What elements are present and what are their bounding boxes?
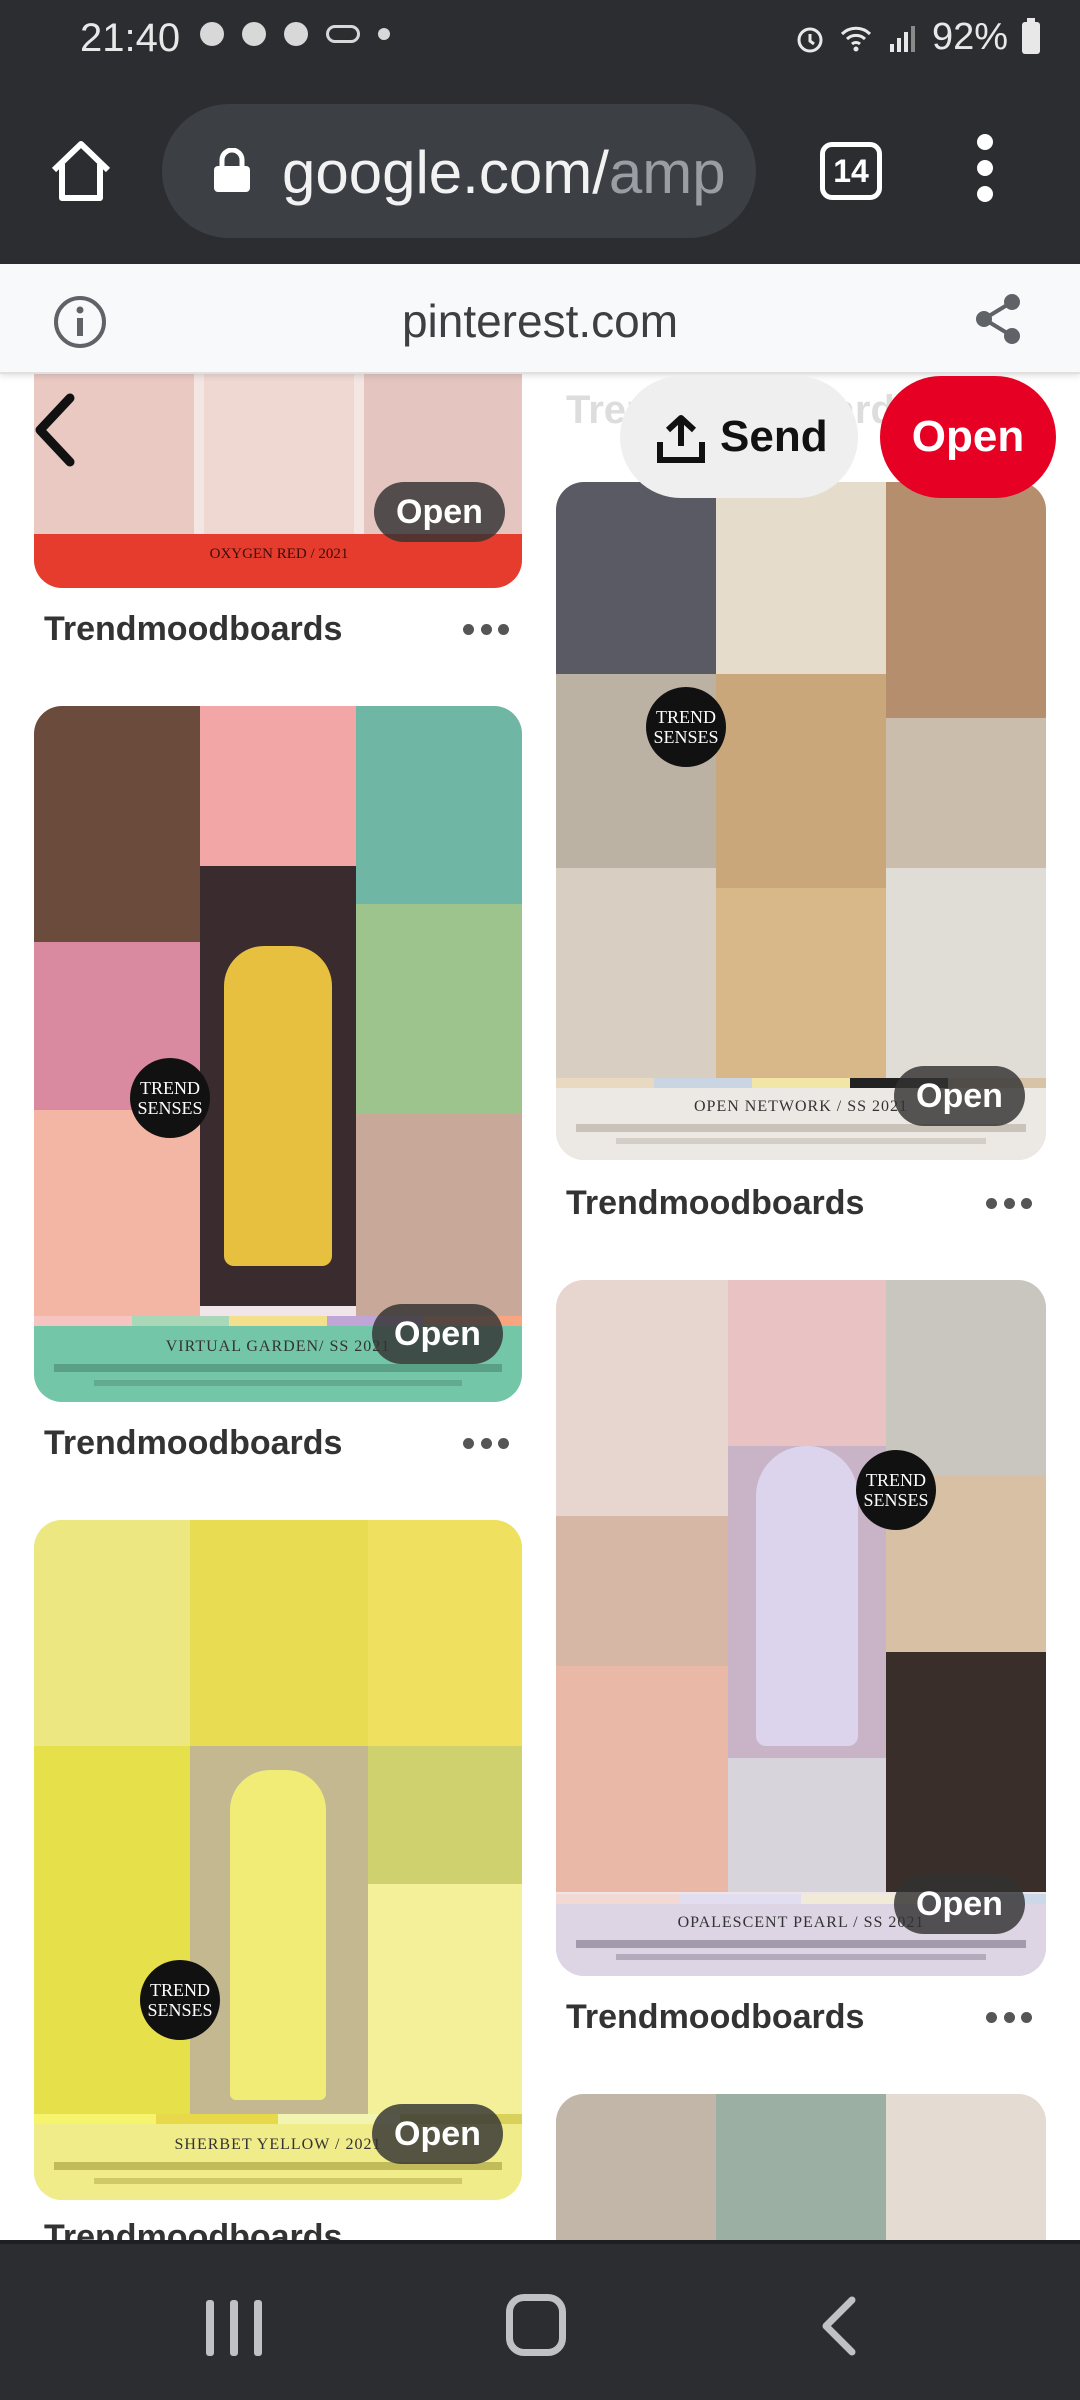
pin-user-name[interactable]: Trendmoodboards xyxy=(566,1184,864,1223)
trend-senses-logo: TREND SENSES xyxy=(140,1960,220,2040)
back-arrow-icon[interactable] xyxy=(26,388,82,472)
notification-icon xyxy=(200,22,224,46)
more-icon[interactable] xyxy=(463,624,509,638)
pin-open-button[interactable]: Open xyxy=(894,1874,1025,1934)
trend-senses-logo: TREND SENSES xyxy=(646,687,726,767)
amp-header: pinterest.com xyxy=(0,264,1080,374)
pin-open-button[interactable]: Open xyxy=(894,1066,1025,1126)
url-domain: google.com/ xyxy=(282,139,609,206)
system-nav-bar xyxy=(0,2240,1080,2400)
send-button[interactable]: Send xyxy=(620,376,858,498)
status-icons: 92% xyxy=(794,16,1040,59)
alarm-icon xyxy=(797,27,823,52)
clock: 21:40 xyxy=(80,16,181,60)
back-nav-icon[interactable] xyxy=(816,2294,860,2358)
upload-icon xyxy=(657,415,705,463)
more-icon[interactable] xyxy=(986,1198,1032,1212)
pin-user-name[interactable]: Trendmoodboards xyxy=(566,1998,864,2037)
notification-icon xyxy=(284,22,308,46)
notification-icon xyxy=(242,22,266,46)
share-icon[interactable] xyxy=(972,292,1024,346)
battery-percent: 92% xyxy=(931,16,1008,58)
recent-apps-icon[interactable] xyxy=(206,2300,262,2356)
battery-icon xyxy=(1022,17,1040,54)
board-title: OXYGEN RED / 2021 xyxy=(209,546,349,562)
tab-switcher-button[interactable]: 14 xyxy=(820,142,882,200)
wifi-icon xyxy=(840,26,871,51)
pin-image[interactable]: OXYGEN RED / 2021 Open xyxy=(34,374,522,588)
amp-site-title: pinterest.com xyxy=(401,295,679,347)
more-icon[interactable] xyxy=(986,2012,1032,2026)
url-text: google.com/amp xyxy=(282,138,726,207)
voicemail-icon xyxy=(326,25,360,43)
browser-toolbar: google.com/amp 14 xyxy=(0,76,1080,264)
notification-icons xyxy=(200,22,390,46)
pin-user-name[interactable]: Trendmoodboards xyxy=(44,610,342,649)
pin-user-name[interactable]: Trendmoodboards xyxy=(44,2218,342,2240)
url-bar[interactable]: google.com/amp xyxy=(162,104,756,238)
pin-open-button[interactable]: Open xyxy=(374,482,505,542)
pin-user-name[interactable]: Trendmoodboards xyxy=(44,1424,342,1463)
lock-icon xyxy=(214,148,250,192)
trend-senses-logo: TREND SENSES xyxy=(130,1058,210,1138)
open-app-button[interactable]: Open xyxy=(880,376,1056,498)
pin-feed: OXYGEN RED / 2021 Open Trendmoodboards T… xyxy=(0,374,1080,2240)
pin-open-button[interactable]: Open xyxy=(372,1304,503,1364)
pin-image[interactable]: TREND SENSES VIRTUAL GARDEN/ SS 2021 Open xyxy=(34,706,522,1402)
pin-image[interactable]: TREND SENSES OPALESCENT PEARL / SS 2021 O… xyxy=(556,1280,1046,1976)
dot-icon xyxy=(378,28,390,40)
pin-image[interactable]: TREND SENSES OPEN NETWORK / SS 2021 Open xyxy=(556,482,1046,1160)
status-bar: 21:40 92% xyxy=(0,0,1080,76)
more-icon[interactable] xyxy=(463,1438,509,1452)
url-path: amp xyxy=(608,139,726,206)
pin-open-button[interactable]: Open xyxy=(372,2104,503,2164)
home-nav-icon[interactable] xyxy=(506,2294,566,2356)
pin-image[interactable]: TREND SENSES SHERBET YELLOW / 2021 Open xyxy=(34,1520,522,2200)
overflow-menu-icon[interactable] xyxy=(970,134,1000,210)
pin-image[interactable] xyxy=(556,2094,1046,2240)
signal-icon xyxy=(889,25,915,52)
trend-senses-logo: TREND SENSES xyxy=(856,1450,936,1530)
send-label: Send xyxy=(720,412,828,461)
home-icon[interactable] xyxy=(46,136,116,206)
